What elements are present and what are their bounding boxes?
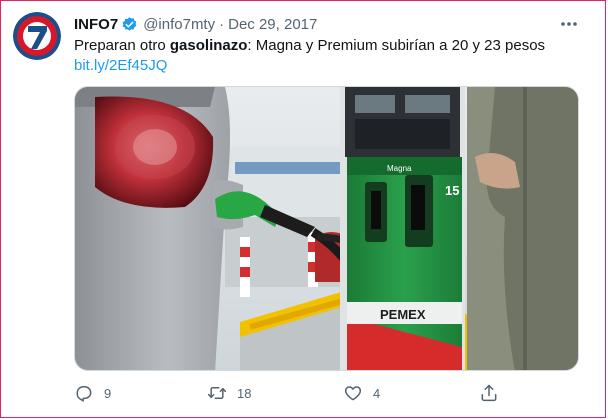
more-options-button[interactable] bbox=[557, 13, 581, 35]
like-icon bbox=[343, 383, 363, 403]
tweet-text-bold: gasolinazo bbox=[169, 37, 248, 54]
tweet-link[interactable]: bit.ly/2Ef45JQ bbox=[74, 56, 579, 76]
reply-icon bbox=[74, 383, 94, 403]
retweet-count: 18 bbox=[237, 385, 252, 401]
reply-button[interactable]: 9 bbox=[74, 381, 111, 405]
tweet-media-photo[interactable]: Magna 15 PEMEX bbox=[74, 86, 579, 371]
tweet-actions: 9 18 4 bbox=[74, 381, 579, 405]
avatar[interactable] bbox=[13, 12, 61, 60]
svg-text:15: 15 bbox=[445, 183, 459, 198]
account-handle[interactable]: @info7mty bbox=[143, 16, 215, 33]
tweet-text: Preparan otro gasolinazo: Magna y Premiu… bbox=[74, 36, 579, 76]
share-button[interactable] bbox=[479, 381, 499, 405]
retweet-button[interactable]: 18 bbox=[207, 381, 251, 405]
info7-logo-icon bbox=[13, 12, 61, 60]
tweet-text-start: Preparan otro bbox=[74, 37, 170, 54]
svg-text:Magna: Magna bbox=[387, 164, 412, 173]
tweet-card[interactable]: INFO7 @info7mty · Dec 29, 2017 Preparan … bbox=[0, 0, 606, 418]
verified-badge-icon bbox=[121, 16, 138, 33]
tweet-header: INFO7 @info7mty · Dec 29, 2017 bbox=[74, 13, 317, 35]
reply-count: 9 bbox=[104, 385, 112, 401]
share-icon bbox=[479, 383, 499, 403]
tweet-text-line: Preparan otro gasolinazo: Magna y Premiu… bbox=[74, 36, 579, 56]
like-count: 4 bbox=[373, 385, 381, 401]
retweet-icon bbox=[207, 383, 227, 403]
separator-dot: · bbox=[219, 15, 225, 33]
more-dots-icon bbox=[561, 22, 577, 26]
tweet-text-end: : Magna y Premium subirían a 20 y 23 pes… bbox=[247, 37, 546, 54]
gas-station-photo: Magna 15 PEMEX bbox=[75, 87, 578, 370]
account-name[interactable]: INFO7 bbox=[74, 16, 118, 33]
like-button[interactable]: 4 bbox=[343, 381, 380, 405]
tweet-date[interactable]: Dec 29, 2017 bbox=[228, 16, 317, 33]
svg-text:PEMEX: PEMEX bbox=[380, 307, 426, 322]
